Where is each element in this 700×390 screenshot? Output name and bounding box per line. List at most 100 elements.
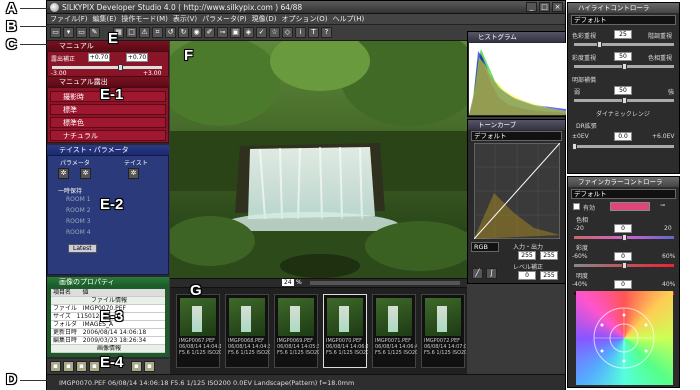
tone-curve-icon[interactable]: ∫ <box>486 268 497 279</box>
tone-level-low[interactable]: 0 <box>518 271 536 280</box>
panel-icon-2[interactable]: ▪ <box>63 361 74 372</box>
table-row[interactable]: 更新日時 2006/08/14 14:06:18 <box>51 329 165 337</box>
spot-icon[interactable]: ◉ <box>191 27 202 38</box>
room-1[interactable]: ROOM 1 <box>66 196 91 203</box>
enable-checkbox[interactable] <box>573 203 580 210</box>
stamp-icon[interactable]: ◈ <box>243 27 254 38</box>
bright-comp-value[interactable]: 50 <box>614 86 632 95</box>
fc-hue-knob[interactable] <box>622 234 627 241</box>
callout-f: F <box>184 47 194 64</box>
panel-icon-4[interactable]: ▪ <box>89 361 100 372</box>
latest-button[interactable]: Latest <box>68 244 97 253</box>
param-copy-icon[interactable]: ✲ <box>58 168 69 179</box>
image-properties-header[interactable]: 画像のプロパティ <box>47 277 169 287</box>
tone-level-high[interactable]: 255 <box>540 271 558 280</box>
exposure-slider-track[interactable] <box>52 66 162 69</box>
maximize-button[interactable]: □ <box>539 2 550 12</box>
thumbnail[interactable]: IMGP0067.PEF 06/08/14 14:04:13 F5.6 1/125 … <box>176 294 221 368</box>
photo-preview[interactable]: F <box>170 41 467 278</box>
help-icon[interactable]: ? <box>321 27 332 38</box>
histogram-title[interactable]: ヒストグラム <box>468 32 565 42</box>
text-icon[interactable]: T <box>308 27 319 38</box>
menu-mode[interactable]: 操作モード(M) <box>121 14 168 24</box>
star-icon[interactable]: ☆ <box>269 27 280 38</box>
tone-channel-dropdown[interactable]: RGB <box>471 242 499 252</box>
panel-icon-1[interactable]: ▪ <box>50 361 61 372</box>
fine-color-preset-dropdown[interactable]: デフォルト <box>571 189 676 199</box>
single-view-icon[interactable]: □ <box>126 27 137 38</box>
folder-icon[interactable]: ▭ <box>76 27 87 38</box>
tone-curve-graph[interactable] <box>474 143 560 239</box>
sat-priority-value[interactable]: 50 <box>614 52 632 61</box>
tone-output-field[interactable]: 255 <box>540 251 558 260</box>
rotate-right-icon[interactable]: ↻ <box>178 27 189 38</box>
exposure-value-field-2[interactable]: +0.70 <box>126 53 148 62</box>
room-2[interactable]: ROOM 2 <box>66 207 91 214</box>
panel-icon-5[interactable]: ▪ <box>131 361 142 372</box>
dr-slider[interactable] <box>574 145 674 148</box>
warning-icon[interactable]: ⚠ <box>139 27 150 38</box>
brush-icon[interactable]: ✎ <box>89 27 100 38</box>
info-icon[interactable]: i <box>295 27 306 38</box>
preset-row-standard[interactable]: 標準 <box>50 104 166 115</box>
zoom-value[interactable]: 24 <box>282 279 294 286</box>
hue-priority-knob[interactable] <box>597 41 602 48</box>
room-3[interactable]: ROOM 3 <box>66 218 91 225</box>
fc-sat-knob[interactable] <box>622 262 627 269</box>
open-dropdown-icon[interactable]: ▾ <box>63 27 74 38</box>
close-button[interactable]: × <box>552 2 563 12</box>
open-folder-icon[interactable]: ▭ <box>50 27 61 38</box>
highlight-title[interactable]: ハイライトコントローラ <box>568 3 679 13</box>
hue-priority-slider[interactable] <box>574 43 674 46</box>
thumbnail[interactable]: IMGP0068.PEF 06/08/14 14:04:38 F5.6 1/125 … <box>225 294 270 368</box>
thumbnail[interactable]: IMGP0072.PEF 06/08/14 14:07:05 F5.6 1/125 … <box>421 294 466 368</box>
panel-icon-6[interactable]: ▪ <box>144 361 155 372</box>
fc-hue-value[interactable]: 0 <box>614 224 632 233</box>
menu-edit[interactable]: 編集(E) <box>93 14 117 24</box>
menu-view[interactable]: 表示(V) <box>173 14 197 24</box>
param-paste-icon[interactable]: ✲ <box>80 168 91 179</box>
bright-comp-knob[interactable] <box>622 97 627 104</box>
preset-row-natural[interactable]: ナチュラル <box>50 130 166 141</box>
hue-priority-value[interactable]: 25 <box>614 30 632 39</box>
pen-icon[interactable]: ✐ <box>204 27 215 38</box>
check-icon[interactable]: ✓ <box>256 27 267 38</box>
exposure-value-field[interactable]: +0.70 <box>88 53 110 62</box>
taste-apply-icon[interactable]: ✲ <box>128 168 139 179</box>
app-icon[interactable] <box>50 3 59 12</box>
thumbnail[interactable]: IMGP0069.PEF 06/08/14 14:05:33 F5.6 1/125 … <box>274 294 319 368</box>
rotate-left-icon[interactable]: ↺ <box>165 27 176 38</box>
crop-icon[interactable]: ⌗ <box>152 27 163 38</box>
room-4[interactable]: ROOM 4 <box>66 229 91 236</box>
dr-value[interactable]: 0.0 <box>614 132 632 141</box>
menu-parameter[interactable]: パラメータ(P) <box>202 14 246 24</box>
menu-develop[interactable]: 現像(D) <box>252 14 277 24</box>
table-row[interactable]: 編集日時 2009/03/23 18:26:34 <box>51 337 165 345</box>
develop-icon[interactable]: ▣ <box>230 27 241 38</box>
minimize-button[interactable]: _ <box>526 2 537 12</box>
menu-option[interactable]: オプション(O) <box>282 14 328 24</box>
taste-parameter-header[interactable]: テイスト・パラメータ <box>47 145 169 155</box>
highlight-preset-dropdown[interactable]: デフォルト <box>571 15 676 25</box>
zoom-scrollbar[interactable] <box>310 281 460 285</box>
color-swatch[interactable] <box>610 202 650 211</box>
fc-light-value[interactable]: 0 <box>614 280 632 289</box>
panel-icon-3[interactable]: ▪ <box>76 361 87 372</box>
pipette-icon[interactable]: ⊸ <box>217 27 228 38</box>
tone-input-field[interactable]: 255 <box>518 251 536 260</box>
menu-file[interactable]: ファイル(F) <box>50 14 88 24</box>
eyedropper-icon[interactable]: ⊸ <box>660 202 665 209</box>
exposure-slider-knob[interactable] <box>118 64 124 71</box>
sat-priority-knob[interactable] <box>622 63 627 70</box>
tone-curve-title[interactable]: トーンカーブ <box>468 120 565 130</box>
fine-color-title[interactable]: ファインカラーコントローラ <box>568 177 679 187</box>
menu-help[interactable]: ヘルプ(H) <box>333 14 365 24</box>
fc-sat-value[interactable]: 0 <box>614 252 632 261</box>
tag-icon[interactable]: ◇ <box>282 27 293 38</box>
dr-knob[interactable] <box>572 143 577 150</box>
tone-preset-dropdown[interactable]: デフォルト <box>471 131 562 141</box>
thumbnail[interactable]: IMGP0070.PEF 06/08/14 14:06:18 F5.6 1/125 … <box>323 294 368 368</box>
preset-row-standard-color[interactable]: 標準色 <box>50 117 166 128</box>
tone-pen-icon[interactable]: ╱ <box>472 268 483 279</box>
thumbnail[interactable]: IMGP0071.PEF 06/08/14 14:06:49 F5.6 1/125 … <box>372 294 417 368</box>
